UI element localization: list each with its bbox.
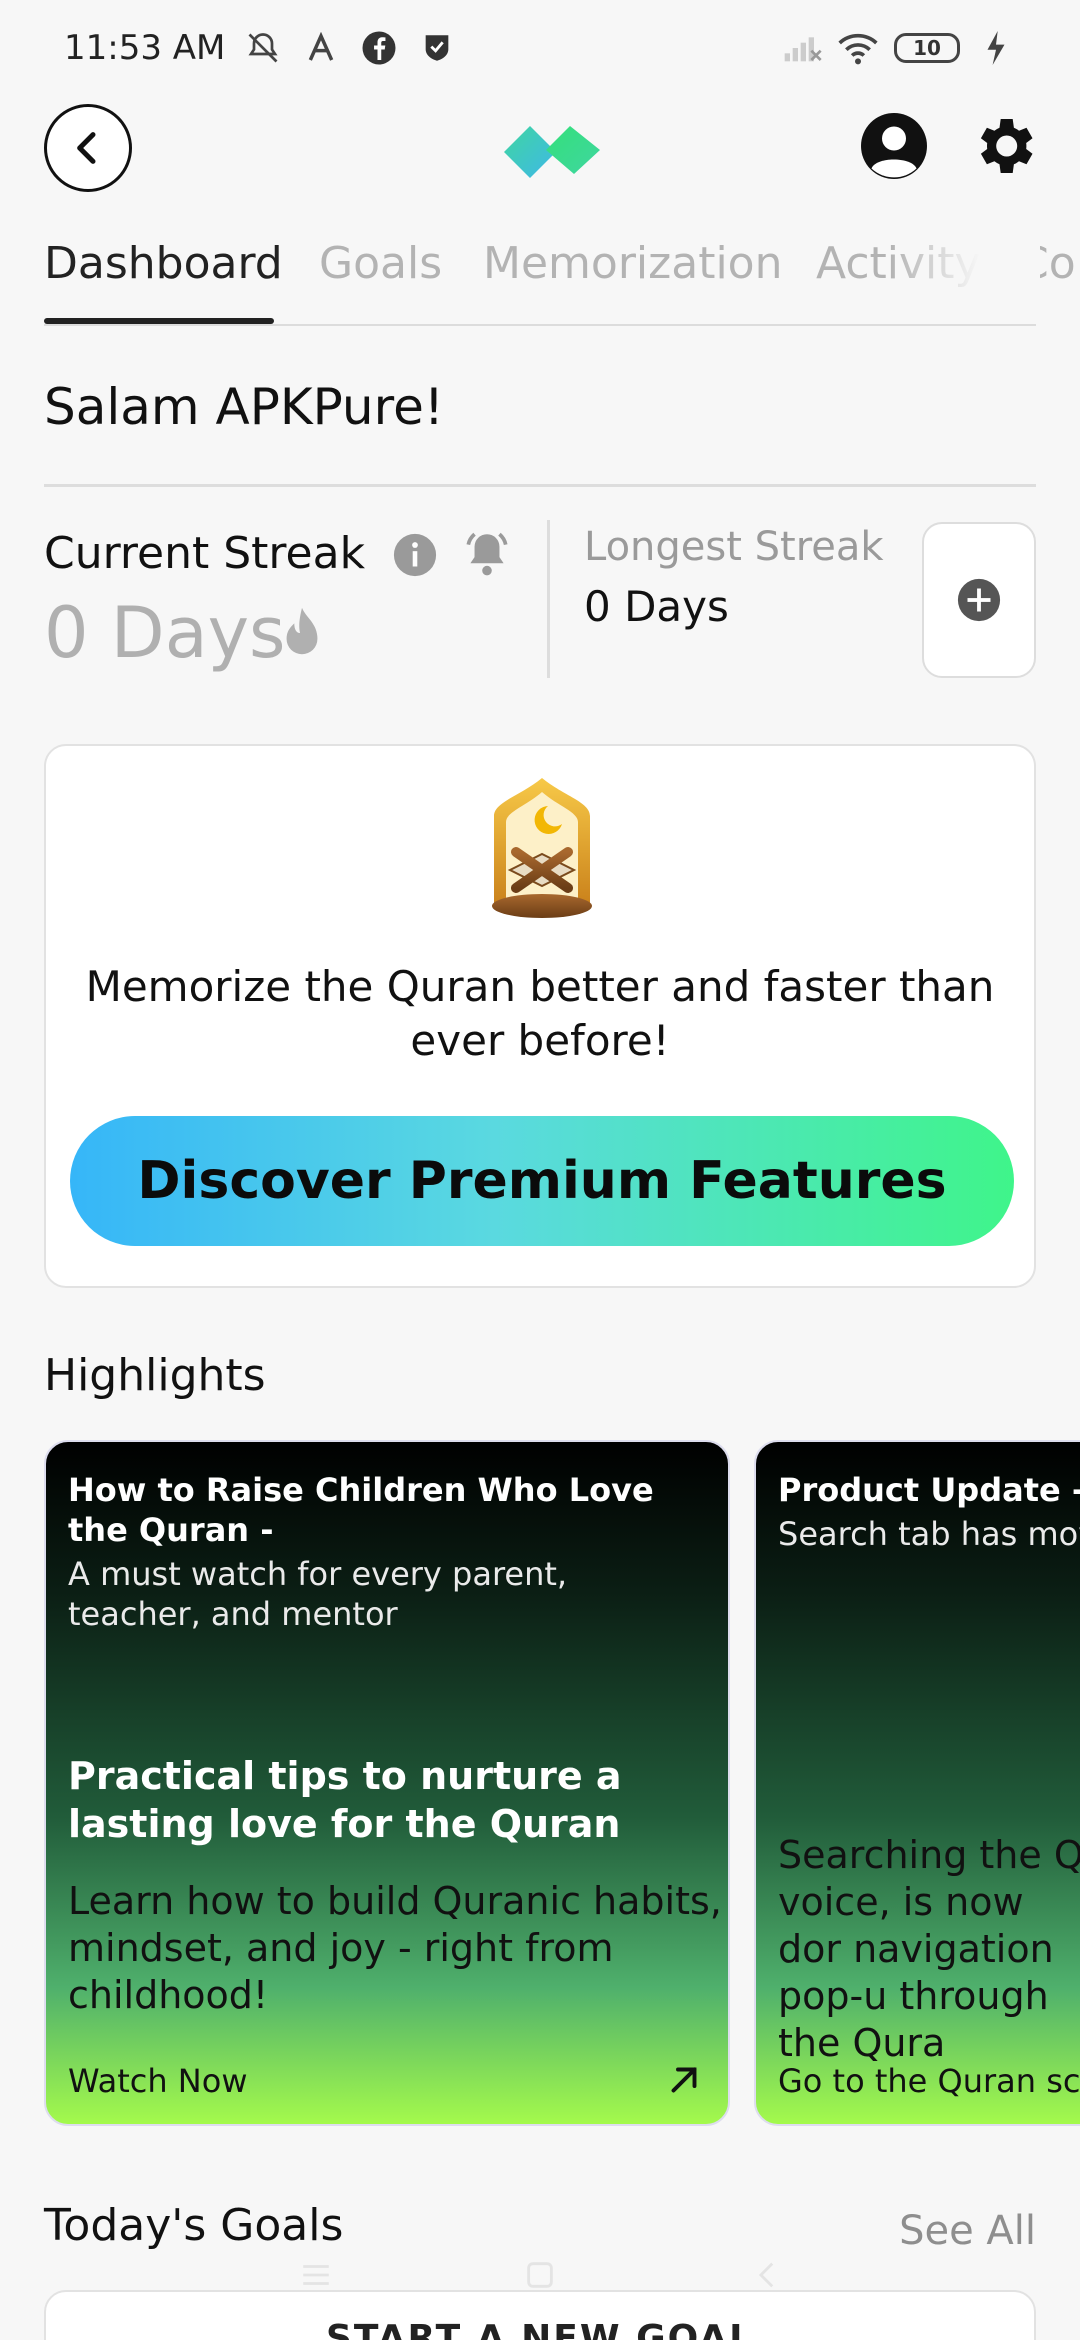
back-button[interactable]	[44, 104, 132, 192]
tab-fade	[890, 230, 1040, 320]
divider	[44, 484, 1036, 487]
bell-ringing-icon[interactable]	[462, 528, 512, 582]
home-icon[interactable]	[522, 2258, 558, 2292]
current-streak-value: 0 Days	[44, 592, 286, 674]
wifi-icon	[838, 28, 878, 68]
discover-premium-button[interactable]: Discover Premium Features	[70, 1116, 1014, 1246]
shield-check-icon	[417, 28, 457, 68]
back-arrow-icon	[77, 132, 96, 164]
app-logo	[500, 118, 604, 182]
greeting-text: Salam APKPure!	[44, 378, 444, 436]
tab-active-indicator	[44, 318, 274, 324]
highlight-card-body: Learn how to build Quranic habits, minds…	[68, 1879, 722, 2017]
tab-dashboard[interactable]: Dashboard	[44, 238, 283, 289]
tab-memorization[interactable]: Memorization	[483, 238, 782, 289]
plus-circle-icon	[957, 578, 1001, 622]
signal-icon	[782, 28, 822, 68]
highlight-card-title: How to Raise Children Who Love the Quran…	[68, 1471, 654, 1549]
bell-off-icon	[243, 28, 283, 68]
menu-icon[interactable]	[298, 2258, 334, 2292]
highlight-card[interactable]: How to Raise Children Who Love the Quran…	[44, 1440, 730, 2126]
battery-icon: 10	[894, 33, 960, 63]
gear-icon	[980, 119, 1033, 173]
facebook-icon	[359, 28, 399, 68]
highlight-card-title: Product Update -	[778, 1471, 1080, 1509]
streak-section: Current Streak 0 Days Longest Streak 0 D…	[0, 520, 1080, 680]
highlights-title: Highlights	[44, 1350, 266, 1401]
quran-stand-icon	[486, 776, 598, 922]
settings-button[interactable]	[968, 110, 1040, 182]
fire-icon	[282, 606, 322, 660]
back-nav-icon[interactable]	[750, 2258, 786, 2292]
longest-streak-value: 0 Days	[584, 582, 729, 631]
external-arrow-icon	[671, 2067, 697, 2093]
see-all-link[interactable]: See All	[899, 2208, 1036, 2254]
premium-message: Memorize the Quran better and faster tha…	[85, 962, 995, 1065]
go-to-quran-link[interactable]: Go to the Quran scr	[778, 2062, 1080, 2100]
info-icon[interactable]	[392, 532, 438, 578]
text-a-icon	[301, 28, 341, 68]
tab-bar: Dashboard Goals Memorization Activity Co	[0, 230, 1080, 326]
watch-now-link[interactable]: Watch Now	[68, 2062, 247, 2100]
highlight-card[interactable]: Product Update - Search tab has mov Sear…	[754, 1440, 1080, 2126]
highlight-card-heading: Practical tips to nurture a lasting love…	[68, 1754, 622, 1846]
profile-button[interactable]	[858, 110, 930, 182]
tab-goals[interactable]: Goals	[319, 238, 442, 289]
premium-card: Memorize the Quran better and faster tha…	[44, 744, 1036, 1288]
new-goal-label: START A NEW GOAL	[326, 2318, 755, 2340]
streak-divider	[547, 520, 550, 678]
status-bar: 11:53 AM 10	[0, 0, 1080, 96]
tab-divider	[44, 324, 1036, 326]
status-time: 11:53 AM	[64, 28, 226, 68]
highlight-card-subtitle: A must watch for every parent, teacher, …	[68, 1555, 568, 1633]
highlight-card-body: Searching the Q voice, is now dor naviga…	[778, 1833, 1080, 2065]
add-streak-button[interactable]	[922, 522, 1036, 678]
nav-bar	[0, 2250, 1080, 2300]
todays-goals-title: Today's Goals	[44, 2200, 344, 2251]
charging-icon	[976, 28, 1016, 68]
current-streak-label: Current Streak	[44, 528, 366, 579]
profile-icon	[861, 113, 927, 179]
highlight-card-subtitle: Search tab has mov	[778, 1515, 1080, 1553]
longest-streak-label: Longest Streak	[584, 524, 884, 570]
app-bar	[0, 100, 1080, 196]
